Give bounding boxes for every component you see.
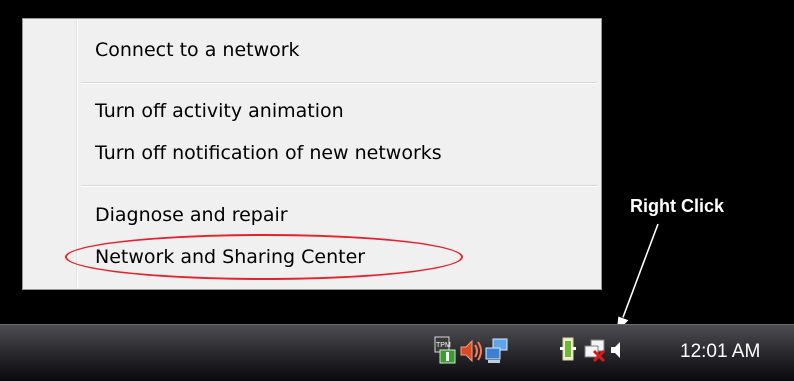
menu-item-turn-off-notification[interactable]: Turn off notification of new networks <box>25 137 599 169</box>
menu-item-label: Turn off notification of new networks <box>95 142 442 164</box>
tpm-icon[interactable]: TPM <box>433 335 459 365</box>
volume-icon[interactable] <box>608 335 634 365</box>
menu-item-label: Turn off activity animation <box>95 100 344 122</box>
menu-separator <box>81 185 597 187</box>
menu-item-label: Connect to a network <box>95 39 300 61</box>
tpm-icon-label: TPM <box>436 342 451 349</box>
menu-item-connect-to-network[interactable]: Connect to a network <box>25 34 599 66</box>
menu-item-diagnose-and-repair[interactable]: Diagnose and repair <box>25 199 599 231</box>
context-menu: Connect to a network Turn off activity a… <box>22 18 602 290</box>
network-disconnected-icon[interactable] <box>582 335 608 365</box>
menu-item-turn-off-activity-animation[interactable]: Turn off activity animation <box>25 95 599 127</box>
taskbar: TPM 12:01 AM <box>0 324 794 381</box>
speaker-alert-icon[interactable] <box>458 335 484 365</box>
power-plug-icon[interactable] <box>557 335 583 365</box>
menu-separator <box>81 82 597 84</box>
taskbar-clock[interactable]: 12:01 AM <box>680 341 760 363</box>
menu-item-label: Diagnose and repair <box>95 204 288 226</box>
network-computers-icon[interactable] <box>484 335 510 365</box>
menu-item-label: Network and Sharing Center <box>95 246 366 268</box>
right-click-callout: Right Click <box>630 196 725 216</box>
callout-arrow <box>615 223 659 336</box>
menu-item-network-and-sharing-center[interactable]: Network and Sharing Center <box>25 241 599 273</box>
